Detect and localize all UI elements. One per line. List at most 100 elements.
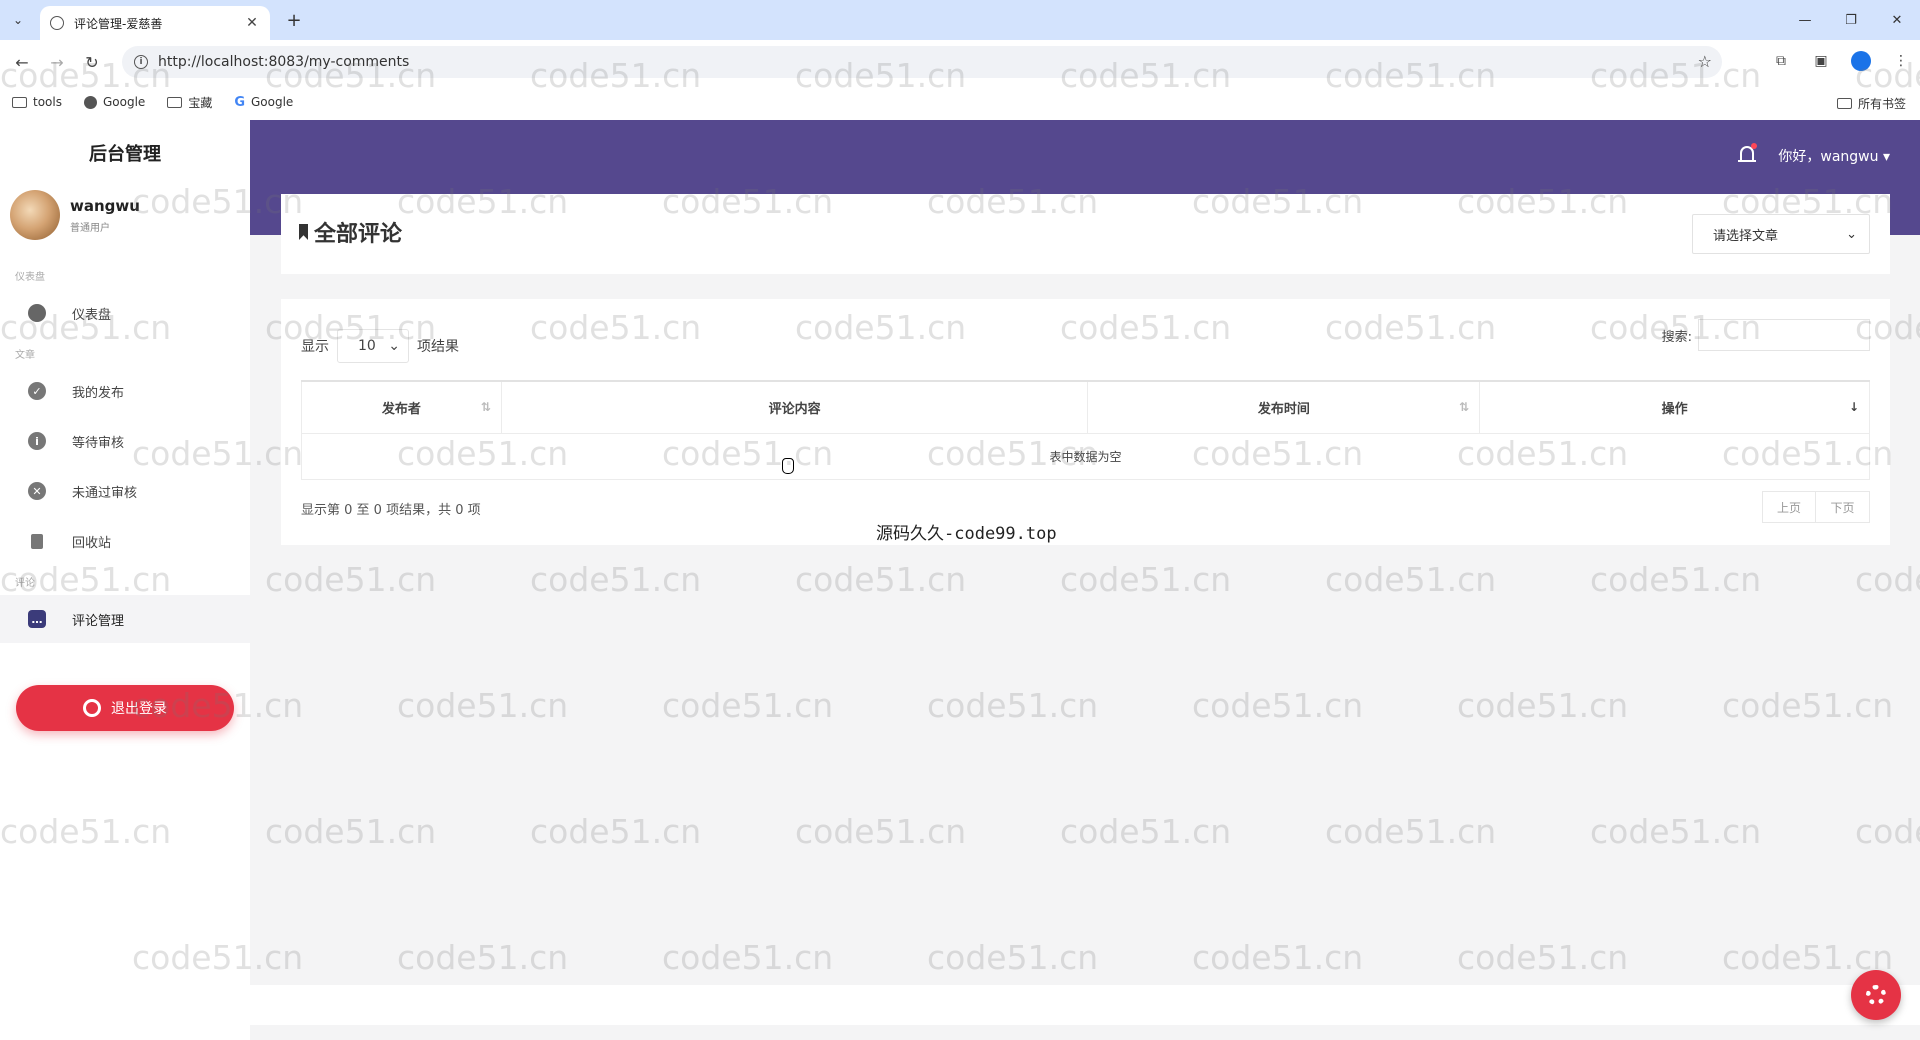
article-select-value: 请选择文章 xyxy=(1713,228,1779,244)
minimize-button[interactable]: — xyxy=(1782,0,1828,40)
article-select[interactable]: 请选择文章 ⌄ xyxy=(1692,214,1870,254)
avatar xyxy=(10,190,60,240)
restore-button[interactable]: ❐ xyxy=(1828,0,1874,40)
lifebuoy-icon xyxy=(83,699,101,717)
watermark-text: code51.cn xyxy=(1325,812,1497,851)
bookmark-label: Google xyxy=(102,95,146,109)
folder-icon xyxy=(12,96,27,108)
profile-icon[interactable] xyxy=(1850,50,1872,72)
watermark-text: code51.cn xyxy=(1192,938,1364,977)
folder-icon xyxy=(1836,98,1852,109)
section-label-article: 文章 xyxy=(15,350,35,361)
tab-list-icon[interactable]: ⌄ xyxy=(6,8,30,32)
page-length-control: 显示 10 ⌄ 项结果 xyxy=(301,329,459,363)
sidebar-item-recycle[interactable]: 回收站 xyxy=(0,517,250,565)
check-circle-icon: ✓ xyxy=(28,382,46,400)
reload-icon[interactable]: ↻ xyxy=(80,50,104,74)
sidebar-item-label: 评论管理 xyxy=(72,613,125,629)
watermark-text: code51.cn xyxy=(795,812,967,851)
notification-bell-icon[interactable] xyxy=(1738,143,1757,166)
new-tab-button[interactable]: + xyxy=(282,8,306,32)
bookmark-star-icon[interactable]: ☆ xyxy=(1698,52,1712,71)
bookmark-treasure[interactable]: 宝藏 xyxy=(167,94,212,111)
prev-page-button[interactable]: 上页 xyxy=(1762,491,1816,523)
sort-icon: ⇅ xyxy=(1459,400,1470,414)
sidebar-item-comments[interactable]: … 评论管理 xyxy=(0,595,250,643)
sidebar-item-label: 仪表盘 xyxy=(72,307,112,323)
watermark-text: code51.cn xyxy=(795,560,967,599)
table-header-row: 发布者 ⇅ 评论内容 发布时间 ⇅ 操作 ↓ xyxy=(301,380,1870,434)
sidebar-item-my-posts[interactable]: ✓ 我的发布 xyxy=(0,367,250,415)
page-footer xyxy=(250,985,1920,1025)
sidebar-item-pending[interactable]: i 等待审核 xyxy=(0,417,250,465)
logout-button[interactable]: 退出登录 xyxy=(16,685,234,731)
watermark-text: code51.cn xyxy=(530,812,702,851)
next-page-button[interactable]: 下页 xyxy=(1816,491,1870,523)
page-title-text: 全部评论 xyxy=(314,222,403,247)
pagination: 上页 下页 xyxy=(1762,491,1870,523)
column-header-actions[interactable]: 操作 ↓ xyxy=(1479,380,1870,434)
watermark-text: code51.cn xyxy=(662,686,834,725)
greeting-text: 你好，wangwu xyxy=(1778,149,1879,165)
column-header-time[interactable]: 发布时间 ⇅ xyxy=(1087,380,1481,434)
watermark-text: code51.cn xyxy=(530,560,702,599)
watermark-text: code51.cn xyxy=(1855,560,1920,599)
sidebar: 后台管理 wangwu 普通用户 仪表盘 仪表盘 文章 ✓ 我的发布 i 等待审… xyxy=(0,120,250,1040)
side-panel-icon[interactable]: ▣ xyxy=(1810,50,1832,72)
browser-toolbar: ⧉ ▣ ⋮ xyxy=(1770,50,1912,72)
info-icon[interactable]: i xyxy=(134,55,148,69)
sidebar-item-rejected[interactable]: ✕ 未通过审核 xyxy=(0,467,250,515)
browser-tab[interactable]: 评论管理-爱慈善 ✕ xyxy=(40,6,270,40)
browser-tab-bar: ⌄ 评论管理-爱慈善 ✕ + — ❐ ✕ xyxy=(0,0,1920,40)
comment-icon: … xyxy=(28,610,46,628)
all-bookmarks-label: 所有书签 xyxy=(1857,97,1906,111)
menu-icon[interactable]: ⋮ xyxy=(1890,50,1912,72)
watermark-text: code51.cn xyxy=(1590,560,1762,599)
title-card: 全部评论 请选择文章 ⌄ xyxy=(281,194,1890,274)
gear-icon xyxy=(1866,985,1886,1005)
globe-icon xyxy=(50,16,64,30)
user-menu[interactable]: 你好，wangwu ▾ xyxy=(1778,146,1890,166)
section-label-comment: 评论 xyxy=(15,578,35,589)
tab-title: 评论管理-爱慈善 xyxy=(74,16,163,31)
sidebar-item-label: 回收站 xyxy=(72,535,112,551)
bookmark-icon xyxy=(299,224,308,240)
window-close-button[interactable]: ✕ xyxy=(1874,0,1920,40)
watermark-text: code51.cn xyxy=(397,938,569,977)
all-bookmarks[interactable]: 所有书签 xyxy=(1836,95,1906,112)
search-input[interactable] xyxy=(1698,319,1870,351)
watermark-text: code51.cn xyxy=(927,686,1099,725)
table-card: 显示 10 ⌄ 项结果 搜索: 发布者 ⇅ 评论内容 发布时间 ⇅ 操作 ↓ 表中数据… xyxy=(281,299,1890,545)
user-name: wangwu xyxy=(70,196,140,215)
close-icon[interactable]: ✕ xyxy=(244,15,260,31)
sidebar-item-dashboard[interactable]: 仪表盘 xyxy=(0,289,250,337)
watermark-text: code51.cn xyxy=(1060,560,1232,599)
mouse-cursor xyxy=(782,458,794,474)
bookmark-tools[interactable]: tools xyxy=(12,95,62,109)
empty-table-message: 表中数据为空 xyxy=(301,432,1870,480)
column-header-author[interactable]: 发布者 ⇅ xyxy=(301,380,502,434)
notification-dot xyxy=(1751,143,1757,149)
watermark-text: code51.cn xyxy=(265,812,437,851)
watermark-text: code51.cn xyxy=(1855,812,1920,851)
page-length-select[interactable]: 10 ⌄ xyxy=(337,329,409,363)
sidebar-item-label: 等待审核 xyxy=(72,435,125,451)
settings-button[interactable] xyxy=(1851,970,1901,1020)
search-label: 搜索: xyxy=(1661,329,1692,345)
bookmark-google-1[interactable]: Google xyxy=(83,95,146,109)
table-row: 表中数据为空 xyxy=(301,432,1870,480)
user-role: 普通用户 xyxy=(70,222,110,234)
column-label: 评论内容 xyxy=(768,401,821,417)
bookmark-google-2[interactable]: G Google xyxy=(234,95,293,110)
bookmark-label: 宝藏 xyxy=(188,95,213,110)
extensions-icon[interactable]: ⧉ xyxy=(1770,50,1792,72)
url-text: http://localhost:8083/my-comments xyxy=(158,54,410,70)
omnibox[interactable]: i http://localhost:8083/my-comments ☆ xyxy=(122,46,1722,78)
back-icon[interactable]: ← xyxy=(10,50,34,74)
forward-icon[interactable]: → xyxy=(45,50,69,74)
globe-icon xyxy=(83,95,97,109)
table-info: 显示第 0 至 0 项结果，共 0 项 xyxy=(301,503,481,518)
x-circle-icon: ✕ xyxy=(28,482,46,500)
brand-title: 后台管理 xyxy=(89,144,161,165)
bookmarks-bar: tools Google 宝藏 G Google 所有书签 xyxy=(0,84,1920,120)
